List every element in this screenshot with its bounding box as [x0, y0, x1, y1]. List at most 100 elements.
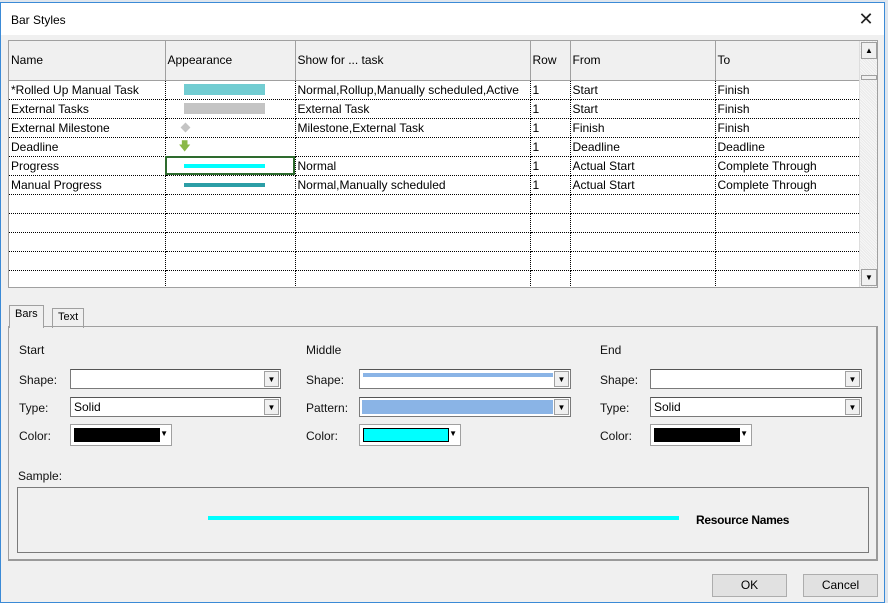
cancel-button[interactable]: Cancel [803, 574, 878, 597]
cell-to[interactable]: Finish [715, 118, 861, 138]
cell-empty[interactable] [570, 213, 716, 233]
ok-button[interactable]: OK [712, 574, 787, 597]
middle-color-picker[interactable]: ▼ [359, 424, 461, 446]
cell-to[interactable]: Complete Through [715, 156, 861, 176]
cell-row[interactable]: 1 [530, 118, 571, 138]
vertical-scrollbar[interactable]: ▲ ▼ [859, 41, 877, 287]
cell-from[interactable]: Start [570, 99, 716, 119]
cell-to[interactable]: Complete Through [715, 175, 861, 195]
cell-empty[interactable] [165, 251, 296, 271]
cell-show-for[interactable] [295, 137, 531, 157]
end-type-select[interactable]: Solid ▼ [650, 397, 862, 417]
cell-empty[interactable] [9, 270, 166, 287]
cell-empty[interactable] [9, 194, 166, 214]
scroll-down-icon[interactable]: ▼ [861, 269, 877, 286]
cell-empty[interactable] [165, 194, 296, 214]
cell-to[interactable]: Deadline [715, 137, 861, 157]
cell-empty[interactable] [295, 251, 531, 271]
chevron-down-icon[interactable]: ▼ [845, 371, 860, 387]
cell-show-for[interactable]: External Task [295, 99, 531, 119]
cell-appearance[interactable] [165, 175, 296, 195]
table-row-empty[interactable] [9, 270, 861, 287]
table-row-empty[interactable] [9, 194, 861, 214]
cell-empty[interactable] [295, 270, 531, 287]
table-row[interactable]: External Milestone Milestone,External Tas… [9, 118, 861, 138]
cell-empty[interactable] [715, 232, 861, 252]
cell-empty[interactable] [530, 270, 571, 287]
table-row-empty[interactable] [9, 232, 861, 252]
column-header-show-for[interactable]: Show for ... task [295, 41, 531, 81]
cell-appearance[interactable]: 🡇 [165, 137, 296, 157]
scroll-up-icon[interactable]: ▲ [861, 42, 877, 59]
column-header-name[interactable]: Name [9, 41, 166, 81]
cell-from[interactable]: Finish [570, 118, 716, 138]
cell-from[interactable]: Actual Start [570, 175, 716, 195]
table-row-empty[interactable] [9, 213, 861, 233]
cell-empty[interactable] [715, 194, 861, 214]
cell-empty[interactable] [165, 270, 296, 287]
cell-row[interactable]: 1 [530, 99, 571, 119]
cell-from[interactable]: Deadline [570, 137, 716, 157]
tab-bars[interactable]: Bars [9, 305, 44, 328]
cell-to[interactable]: Finish [715, 80, 861, 100]
table-row[interactable]: *Rolled Up Manual Task Normal,Rollup,Manu… [9, 80, 861, 100]
cell-empty[interactable] [715, 251, 861, 271]
cell-empty[interactable] [9, 213, 166, 233]
scroll-thumb[interactable] [861, 75, 877, 80]
cell-empty[interactable] [570, 251, 716, 271]
chevron-down-icon[interactable]: ▼ [845, 399, 860, 415]
cell-name[interactable]: External Milestone [9, 118, 166, 138]
cell-empty[interactable] [295, 213, 531, 233]
cell-empty[interactable] [165, 213, 296, 233]
cell-empty[interactable] [9, 251, 166, 271]
column-header-row[interactable]: Row [530, 41, 571, 81]
cell-name[interactable]: *Rolled Up Manual Task [9, 80, 166, 100]
cell-row[interactable]: 1 [530, 137, 571, 157]
chevron-down-icon[interactable]: ▼ [264, 399, 279, 415]
cell-show-for[interactable]: Normal,Rollup,Manually scheduled,Active [295, 80, 531, 100]
cell-empty[interactable] [530, 251, 571, 271]
start-shape-select[interactable]: ▼ [70, 369, 281, 389]
cell-row[interactable]: 1 [530, 80, 571, 100]
cell-appearance[interactable] [165, 118, 296, 138]
cell-empty[interactable] [570, 232, 716, 252]
end-color-picker[interactable]: ▼ [650, 424, 752, 446]
cell-empty[interactable] [715, 213, 861, 233]
close-icon[interactable]: ✕ [856, 9, 876, 29]
cell-name[interactable]: External Tasks [9, 99, 166, 119]
cell-to[interactable]: Finish [715, 99, 861, 119]
cell-name[interactable]: Manual Progress [9, 175, 166, 195]
cell-empty[interactable] [295, 232, 531, 252]
chevron-down-icon[interactable]: ▼ [554, 371, 569, 387]
table-row[interactable]: Progress Normal 1 Actual Start Complete Thro… [9, 156, 861, 176]
column-header-from[interactable]: From [570, 41, 716, 81]
column-header-appearance[interactable]: Appearance [165, 41, 296, 81]
cell-empty[interactable] [530, 213, 571, 233]
table-row-empty[interactable] [9, 251, 861, 271]
end-shape-select[interactable]: ▼ [650, 369, 862, 389]
cell-appearance[interactable] [165, 80, 296, 100]
cell-empty[interactable] [530, 194, 571, 214]
table-row[interactable]: External Tasks External Task 1 Start Finish [9, 99, 861, 119]
start-type-select[interactable]: Solid ▼ [70, 397, 281, 417]
cell-appearance[interactable] [165, 99, 296, 119]
cell-empty[interactable] [9, 232, 166, 252]
cell-from[interactable]: Start [570, 80, 716, 100]
cell-appearance[interactable] [165, 156, 296, 176]
start-color-picker[interactable]: ▼ [70, 424, 172, 446]
cell-empty[interactable] [715, 270, 861, 287]
middle-shape-select[interactable]: ▼ [359, 369, 571, 389]
cell-empty[interactable] [530, 232, 571, 252]
cell-empty[interactable] [570, 194, 716, 214]
tab-text[interactable]: Text [52, 308, 85, 328]
table-row[interactable]: Manual Progress Normal,Manually scheduled… [9, 175, 861, 195]
cell-name[interactable]: Progress [9, 156, 166, 176]
chevron-down-icon[interactable]: ▼ [554, 399, 569, 415]
chevron-down-icon[interactable]: ▼ [264, 371, 279, 387]
cell-name[interactable]: Deadline [9, 137, 166, 157]
cell-empty[interactable] [295, 194, 531, 214]
bar-styles-grid[interactable]: Name Appearance Show for ... task Row Fr… [8, 40, 878, 288]
cell-empty[interactable] [165, 232, 296, 252]
cell-show-for[interactable]: Normal [295, 156, 531, 176]
cell-row[interactable]: 1 [530, 156, 571, 176]
